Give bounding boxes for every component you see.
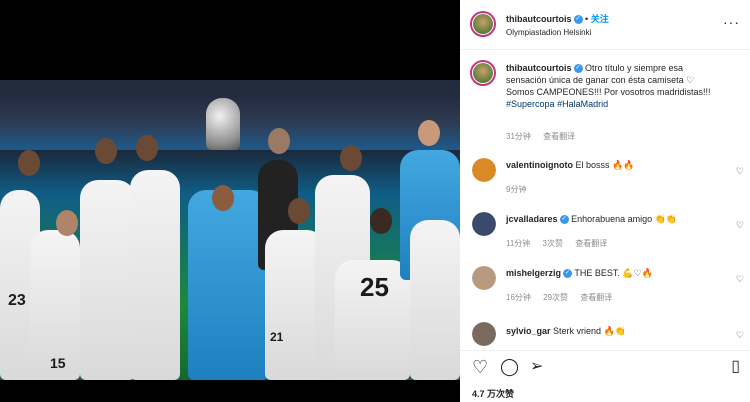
player-head [268, 128, 290, 154]
verified-icon: ✓ [563, 269, 573, 279]
commenter-username[interactable]: sylvio_gar [506, 326, 551, 336]
like-comment-icon[interactable]: ♡ [736, 220, 744, 231]
player-head [18, 150, 40, 176]
comment-meta: 11分钟 3次赞 查看翻译 [506, 238, 617, 249]
comment-emoji: 💪♡🔥 [622, 268, 653, 278]
author-username[interactable]: thibautcourtois [506, 14, 572, 24]
header-separator: • [585, 14, 589, 24]
post-media: 23 15 21 25 [0, 0, 460, 402]
jersey-number: 21 [270, 330, 284, 344]
caption-avatar[interactable] [470, 60, 496, 86]
like-comment-icon[interactable]: ♡ [736, 330, 744, 341]
goalkeeper-shape [188, 190, 268, 380]
like-comment-icon[interactable]: ♡ [736, 166, 744, 177]
commenter-username[interactable]: valentinoignoto [506, 160, 573, 170]
save-icon[interactable]: ▯ [731, 358, 740, 376]
player-head [95, 138, 117, 164]
like-icon[interactable]: ♡ [472, 358, 488, 376]
player-shape [410, 220, 460, 380]
commenter-avatar[interactable] [472, 266, 496, 290]
header-line: thibautcourtois ✓ • 关注 [506, 12, 609, 25]
verified-icon: ✓ [559, 215, 569, 225]
like-comment-icon[interactable]: ♡ [736, 274, 744, 285]
trophy-cup [206, 98, 240, 150]
stadium-banner [0, 80, 460, 94]
comment-body: mishelgerzig ✓ THE BEST. 💪♡🔥 [506, 268, 653, 279]
caption-username[interactable]: thibautcourtois [506, 63, 572, 73]
jersey-number: 25 [360, 272, 389, 302]
comment-meta: 9分钟 [506, 184, 536, 195]
commenter-avatar[interactable] [472, 158, 496, 182]
caption-line-2: sensación única de ganar con ésta camise… [506, 75, 684, 85]
comment-emoji: 🔥🔥 [612, 160, 635, 170]
commenter-avatar[interactable] [472, 322, 496, 346]
post-photo[interactable]: 23 15 21 25 [0, 80, 460, 380]
comment-meta: 16分钟 29次赞 查看翻译 [506, 292, 622, 303]
post-side-panel: thibautcourtois ✓ • 关注 Olympiastadion Hel… [460, 0, 750, 402]
comment-body: valentinoignoto El bosss 🔥🔥 [506, 160, 634, 171]
comment-item: jcvalladares ✓ Enhorabuena amigo 👏👏 11分钟 … [460, 208, 750, 250]
like-count[interactable]: 4.7 万次赞 [472, 387, 514, 400]
caption-heart-icon: ♡ [686, 75, 695, 85]
comment-time[interactable]: 9分钟 [506, 185, 526, 194]
comment-text: El bosss [575, 160, 610, 170]
caption-line-1: Otro título y siempre esa [585, 63, 684, 73]
comment-likes[interactable]: 29次赞 [543, 293, 568, 302]
comment-body: sylvio_gar Sterk vriend 🔥👏 [506, 326, 626, 337]
post-location[interactable]: Olympiastadion Helsinki [506, 28, 591, 37]
more-options-icon[interactable]: ··· [723, 14, 740, 30]
player-head [288, 198, 310, 224]
post-header: thibautcourtois ✓ • 关注 Olympiastadion Hel… [460, 0, 750, 50]
follow-button[interactable]: 关注 [591, 14, 609, 24]
commenter-avatar[interactable] [472, 212, 496, 236]
comment-text: Sterk vriend [553, 326, 602, 336]
caption-meta: 31分钟 查看翻译 [506, 131, 585, 142]
comment-time[interactable]: 11分钟 [506, 239, 530, 248]
player-head [56, 210, 78, 236]
jersey-number: 23 [8, 292, 26, 309]
player-shape [130, 170, 180, 380]
player-head [136, 135, 158, 161]
caption-translate-link[interactable]: 查看翻译 [543, 132, 575, 141]
comment-emoji: 👏👏 [654, 214, 678, 224]
comment-item: mishelgerzig ✓ THE BEST. 💪♡🔥 16分钟 29次赞 查看… [460, 262, 750, 304]
commenter-username[interactable]: mishelgerzig [506, 268, 561, 278]
jersey-number: 15 [50, 355, 66, 371]
comment-icon[interactable]: ◯ [500, 358, 519, 376]
comment-emoji: 🔥👏 [603, 326, 627, 336]
hashtag-halamadrid[interactable]: #HalaMadrid [557, 99, 608, 109]
player-head [370, 208, 392, 234]
caption-time[interactable]: 31分钟 [506, 132, 531, 141]
player-head [340, 145, 362, 171]
caption-line-3: Somos CAMPEONES!!! Por vosotros madridis… [506, 87, 711, 97]
player-head [418, 120, 440, 146]
comment-translate-link[interactable]: 查看翻译 [580, 293, 612, 302]
commenter-username[interactable]: jcvalladares [506, 214, 558, 224]
comment-body: jcvalladares ✓ Enhorabuena amigo 👏👏 [506, 214, 677, 225]
player-shape [80, 180, 135, 380]
comment-text: THE BEST. [574, 268, 620, 278]
comment-likes[interactable]: 3次赞 [543, 239, 563, 248]
verified-icon: ✓ [573, 64, 583, 74]
post-caption: thibautcourtois ✓ Otro título y siempre e… [506, 62, 742, 110]
author-avatar[interactable] [470, 11, 496, 37]
post-actions-bar: ♡ ◯ ➢ ▯ 4.7 万次赞 [460, 350, 750, 402]
comment-time[interactable]: 16分钟 [506, 293, 531, 302]
comment-item: valentinoignoto El bosss 🔥🔥 9分钟 ♡ [460, 154, 750, 196]
hashtag-supercopa[interactable]: #Supercopa [506, 99, 555, 109]
verified-icon: ✓ [573, 15, 583, 25]
share-icon[interactable]: ➢ [530, 358, 543, 376]
comment-text: Enhorabuena amigo [571, 214, 653, 224]
player-head [212, 185, 234, 211]
comment-translate-link[interactable]: 查看翻译 [575, 239, 607, 248]
comment-item: sylvio_gar Sterk vriend 🔥👏 ♡ [460, 318, 750, 348]
